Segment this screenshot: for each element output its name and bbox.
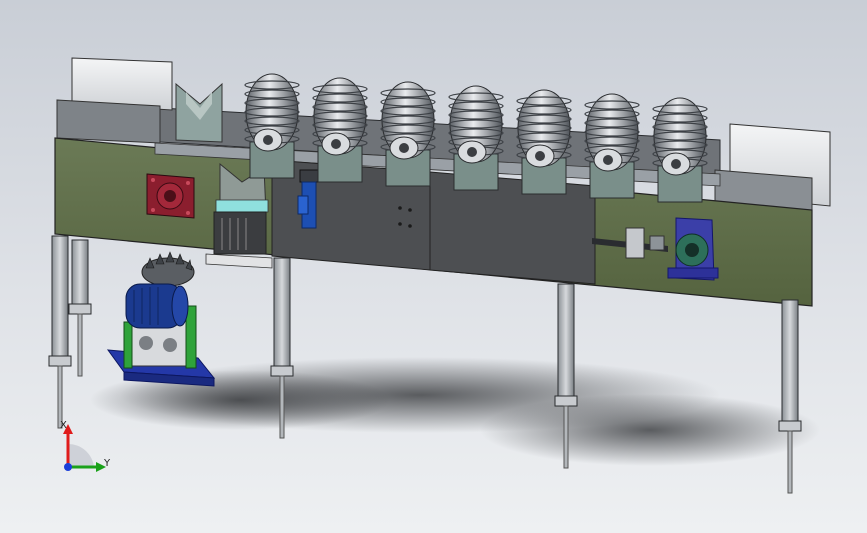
triad-quadrant [68, 443, 94, 467]
leg-5[interactable] [68, 239, 92, 377]
roller-4[interactable] [448, 85, 504, 191]
cad-viewport[interactable] [0, 0, 867, 533]
z-axis-marker [64, 463, 72, 471]
x-axis-label: X [60, 420, 67, 431]
orientation-triad[interactable]: X Y [50, 412, 130, 482]
roller-5[interactable] [516, 89, 572, 195]
left-cover-box[interactable] [56, 57, 173, 144]
roller-1[interactable] [244, 73, 300, 179]
roller-6[interactable] [584, 93, 640, 199]
roller-2[interactable] [312, 77, 368, 183]
leg-4[interactable] [778, 299, 802, 494]
v-block-left[interactable] [175, 82, 223, 143]
roller-3[interactable] [380, 81, 436, 187]
pillow-block-bearing[interactable] [667, 217, 719, 281]
roller-7[interactable] [652, 97, 708, 203]
bearing-flange-left[interactable] [146, 173, 195, 219]
y-axis-label: Y [103, 458, 111, 469]
right-cover-box[interactable] [714, 123, 831, 213]
motor-assembly[interactable] [106, 251, 216, 387]
leg-1[interactable] [48, 235, 72, 429]
